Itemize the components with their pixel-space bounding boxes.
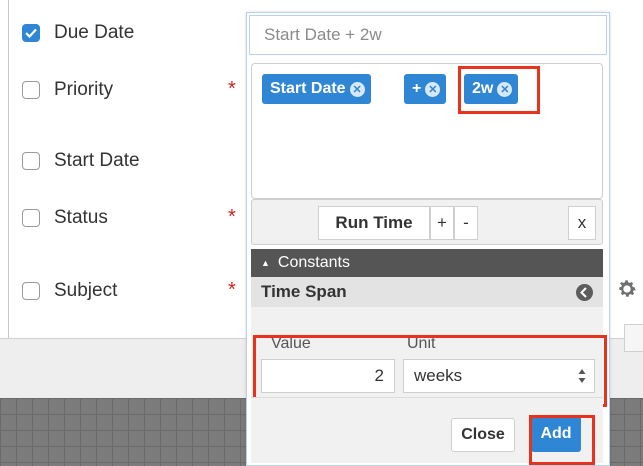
formula-input[interactable]: Start Date + 2w [249,15,607,55]
constants-label: Constants [277,254,350,271]
close-button[interactable]: Close [451,418,515,452]
check-icon [25,28,37,38]
add-highlight [529,415,595,465]
clear-button[interactable]: x [568,206,596,240]
minus-button[interactable]: - [454,206,478,240]
token-label: Start Date [270,80,346,97]
time-span-header: Time Span [251,277,603,307]
remove-token-icon[interactable]: ✕ [349,81,365,97]
token-start-date[interactable]: Start Date ✕ [262,74,371,104]
field-row-start-date[interactable]: Start Date [22,146,140,176]
field-label: Priority [54,79,114,100]
token-highlight [458,66,540,114]
formula-tokens: Start Date ✕ + ✕ 2w ✕ [251,63,603,199]
gear-icon[interactable] [616,278,638,300]
status-checkbox[interactable] [22,209,40,227]
back-arrow-icon[interactable] [576,284,593,301]
field-row-subject[interactable]: Subject [22,276,117,306]
formula-builder: Start Date + 2w Start Date ✕ + ✕ 2w ✕ Ru… [246,12,610,466]
field-row-priority[interactable]: Priority [22,75,113,105]
side-control [624,324,643,352]
due-date-checkbox[interactable] [22,24,40,42]
token-plus[interactable]: + ✕ [404,74,447,104]
run-time-button[interactable]: Run Time [318,206,430,240]
subject-checkbox[interactable] [22,282,40,300]
start-date-checkbox[interactable] [22,152,40,170]
field-label: Subject [54,280,118,301]
remove-token-icon[interactable]: ✕ [425,81,441,97]
plus-button[interactable]: + [430,206,454,240]
token-label: + [412,80,422,97]
field-label: Start Date [54,150,140,171]
field-label: Status [54,207,108,228]
panel-border [8,0,9,338]
collapse-triangle-icon: ▲ [261,258,270,268]
field-row-status[interactable]: Status [22,203,108,233]
time-span-label: Time Span [261,282,347,301]
operator-toolbar: Run Time + - x [251,199,603,245]
field-row-due-date[interactable]: Due Date [22,18,134,48]
field-label: Due Date [54,22,135,43]
required-marker: * [228,78,236,100]
priority-checkbox[interactable] [22,81,40,99]
required-marker: * [228,279,236,301]
required-marker: * [228,206,236,228]
constants-header[interactable]: ▲ Constants [251,249,603,277]
